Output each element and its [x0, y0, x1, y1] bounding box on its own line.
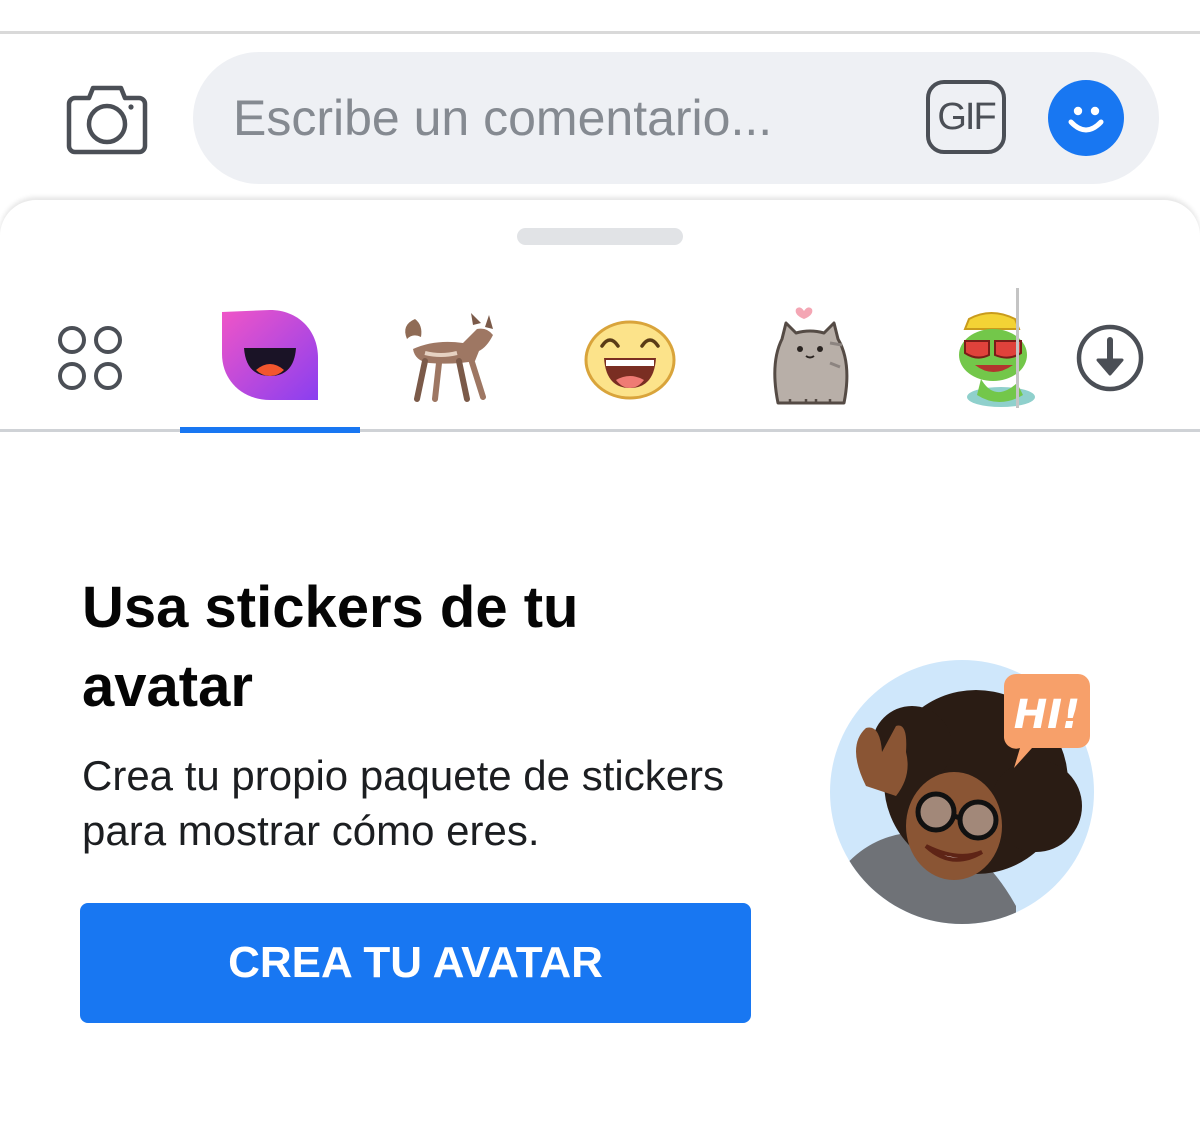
laughing-face-sticker-pack-icon: [584, 320, 676, 400]
camera-button[interactable]: [62, 78, 152, 158]
tab-all-stickers[interactable]: [0, 288, 180, 428]
camera-icon: [66, 85, 148, 155]
gif-label: GIF: [937, 95, 996, 138]
top-divider: [0, 31, 1200, 34]
sticker-sheet: Usa stickers de tu avatar Crea tu propio…: [0, 200, 1200, 1131]
grid-icon: [58, 326, 122, 390]
emoji-button[interactable]: [1048, 80, 1124, 156]
tab-cat-stickers[interactable]: [720, 288, 900, 428]
smiley-icon: [1068, 106, 1104, 133]
promo-description-line-2: para mostrar cómo eres.: [82, 807, 540, 854]
pusheen-cat-sticker-pack-icon: [773, 307, 849, 405]
gif-button[interactable]: GIF: [926, 80, 1006, 154]
promo-description-line-1: Crea tu propio paquete de stickers: [82, 752, 725, 799]
comment-input[interactable]: [233, 84, 873, 152]
promo-title-line-2: avatar: [82, 654, 253, 719]
avatar-sticker-pack-icon: [222, 310, 318, 400]
selected-tab-indicator: [180, 427, 360, 433]
promo-title-line-1: Usa stickers de tu: [82, 575, 579, 640]
create-avatar-button[interactable]: CREA TU AVATAR: [80, 903, 751, 1023]
avatar-illustration: HI!: [830, 660, 1094, 924]
tab-fox-stickers[interactable]: [360, 288, 540, 428]
tab-laughing-stickers[interactable]: [540, 288, 720, 428]
fox-sticker-pack-icon: [405, 313, 493, 402]
promo-description: Crea tu propio paquete de stickers para …: [82, 748, 802, 858]
promo-title: Usa stickers de tu avatar: [82, 568, 702, 726]
comment-composer: GIF: [193, 52, 1159, 184]
drag-handle[interactable]: [517, 228, 683, 245]
download-icon: [1076, 324, 1144, 392]
tab-download-stickers[interactable]: [1020, 288, 1200, 428]
hi-bubble-text: HI!: [1014, 692, 1081, 738]
tab-avatar-stickers[interactable]: [180, 288, 360, 428]
tab-scroll-edge: [1016, 288, 1019, 408]
